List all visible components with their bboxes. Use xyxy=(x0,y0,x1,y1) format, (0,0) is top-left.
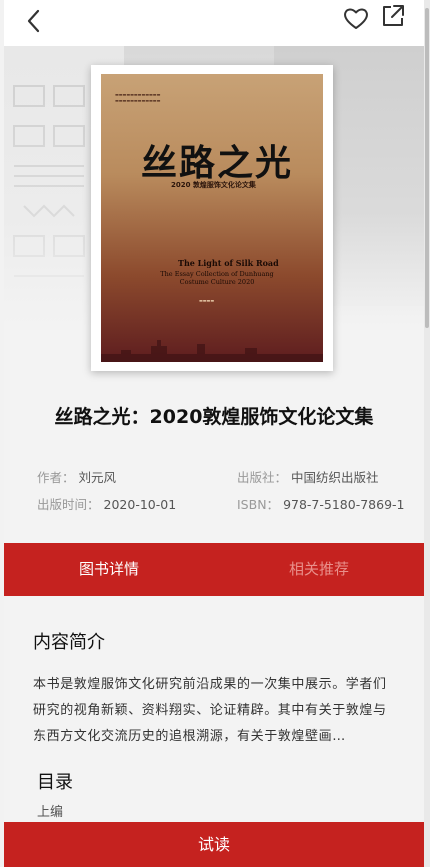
isbn-value: 978-7-5180-7869-1 xyxy=(283,497,405,512)
publisher-name: 中国纺织出版社 xyxy=(291,470,379,485)
scrollbar-thumb[interactable] xyxy=(425,8,429,328)
intro-heading: 内容简介 xyxy=(33,632,105,653)
cover-english-subtitle: The Essay Collection of Dunhuang Costume… xyxy=(160,270,274,286)
top-bar xyxy=(4,0,424,46)
share-icon[interactable] xyxy=(379,2,407,30)
back-arrow-icon[interactable] xyxy=(20,6,50,36)
toc-item[interactable]: 上编 xyxy=(37,801,63,820)
book-cover: ▬▬▬▬▬▬▬▬▬▬▬▬ ▬▬▬▬▬▬▬▬▬▬▬▬ 丝路之光 2020 敦煌服饰文… xyxy=(91,65,333,371)
cover-art: ▬▬▬▬▬▬▬▬▬▬▬▬ ▬▬▬▬▬▬▬▬▬▬▬▬ 丝路之光 2020 敦煌服饰文… xyxy=(101,74,323,362)
tab-recommendations[interactable]: 相关推荐 xyxy=(214,543,424,596)
publish-date-info: 出版时间： 2020-10-01 xyxy=(37,497,177,512)
trial-read-button[interactable]: 试读 xyxy=(4,822,424,867)
cover-english-title: The Light of Silk Road xyxy=(178,258,279,268)
intro-text: 本书是敦煌服饰文化研究前沿成果的一次集中展示。学者们研究的视角新颖、资料翔实、论… xyxy=(33,677,387,744)
scrollbar[interactable] xyxy=(424,0,430,867)
author-info: 作者： 刘元风 xyxy=(37,470,117,485)
toc-heading: 目录 xyxy=(37,772,73,793)
cover-title: 丝路之光 xyxy=(141,142,294,184)
tab-book-details[interactable]: 图书详情 xyxy=(4,543,214,596)
book-title: 丝路之光：2020敦煌服饰文化论文集 xyxy=(54,406,374,428)
isbn-info: ISBN： 978-7-5180-7869-1 xyxy=(237,497,405,512)
book-detail-page: ▬▬▬▬▬▬▬▬▬▬▬▬ ▬▬▬▬▬▬▬▬▬▬▬▬ 丝路之光 2020 敦煌服饰文… xyxy=(4,0,424,867)
author-name: 刘元风 xyxy=(78,470,117,485)
heart-icon[interactable] xyxy=(342,4,370,32)
publisher-info: 出版社： 中国纺织出版社 xyxy=(237,470,379,485)
publish-date: 2020-10-01 xyxy=(103,497,177,512)
city-silhouette-icon xyxy=(101,340,323,362)
cover-subtitle: 2020 敦煌服饰文化论文集 xyxy=(171,181,256,189)
detail-tabs: 图书详情 相关推荐 xyxy=(4,543,424,596)
